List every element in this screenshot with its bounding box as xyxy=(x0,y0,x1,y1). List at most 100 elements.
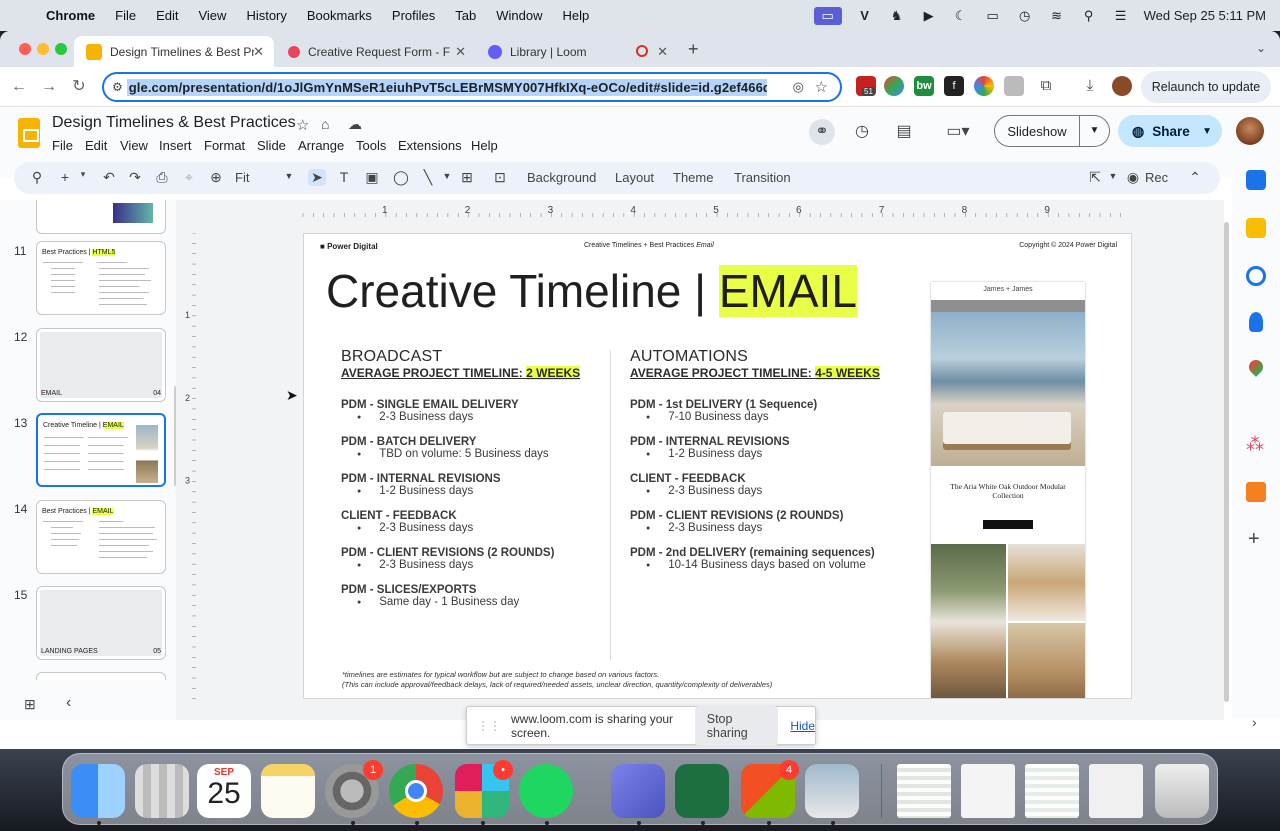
slack-icon[interactable]: • xyxy=(455,760,513,818)
tab-creative-request-form[interactable]: Creative Request Form - Form ✕ xyxy=(276,36,476,67)
finder-icon[interactable] xyxy=(71,764,125,818)
zoom-window-button[interactable] xyxy=(55,43,67,55)
extension-bw-icon[interactable]: bw xyxy=(914,76,934,96)
new-slide-icon[interactable]: + xyxy=(56,169,74,185)
contacts-icon[interactable] xyxy=(1249,312,1263,332)
redo-icon[interactable]: ↷ xyxy=(126,169,144,186)
teams-icon[interactable] xyxy=(611,764,665,818)
play-circle-icon[interactable]: ▶ xyxy=(920,8,938,23)
keep-icon[interactable] xyxy=(1246,218,1266,238)
horizontal-ruler[interactable]: 1 2 3 4 5 6 7 8 9 xyxy=(200,203,1222,217)
menubar-help[interactable]: Help xyxy=(563,8,590,23)
menu-file[interactable]: File xyxy=(52,138,73,153)
launchpad-icon[interactable] xyxy=(135,764,189,818)
add-comment-icon[interactable]: ⊡ xyxy=(491,169,509,186)
theme-button[interactable]: Theme xyxy=(673,170,713,185)
new-slide-dropdown-icon[interactable]: ▾ xyxy=(74,169,92,180)
slide-thumbnail-11[interactable]: Best Practices | HTML5 xyxy=(36,241,166,315)
slide-thumbnail-14[interactable]: Best Practices | EMAIL xyxy=(36,500,166,574)
grid-view-icon[interactable]: ⊞ xyxy=(24,696,36,713)
menu-tools[interactable]: Tools xyxy=(356,138,386,153)
share-button[interactable]: ◍ Share ▼ xyxy=(1118,115,1222,147)
lens-icon[interactable]: ◎ xyxy=(793,79,804,95)
image-icon[interactable]: ▣ xyxy=(363,169,381,186)
close-tab-icon[interactable]: ✕ xyxy=(253,44,264,60)
present-mode-icon[interactable]: ⚭ xyxy=(809,119,835,145)
slide-thumbnail-15[interactable]: LANDING PAGES 05 xyxy=(36,586,166,660)
search-menus-icon[interactable]: ⚲ xyxy=(28,169,46,186)
relaunch-to-update-button[interactable]: Relaunch to update xyxy=(1141,71,1271,103)
extension-f-icon[interactable]: f xyxy=(944,76,964,96)
slideshow-dropdown-icon[interactable]: ▼ xyxy=(1080,115,1110,147)
menubar-edit[interactable]: Edit xyxy=(156,8,178,23)
vectorworks-icon[interactable]: V xyxy=(856,8,874,23)
address-bar[interactable]: ⚙ gle.com/presentation/d/1oJlGmYnMSeR1ei… xyxy=(102,72,842,102)
paint-format-icon[interactable]: ⌖ xyxy=(180,169,198,186)
minimize-window-button[interactable] xyxy=(37,43,49,55)
zoom-select[interactable]: Fit xyxy=(235,170,249,185)
addon-cluster-icon[interactable]: ⁂ xyxy=(1246,434,1264,455)
screen-share-status-icon[interactable]: ▭ xyxy=(813,6,842,25)
vertical-ruler[interactable]: 1 2 3 xyxy=(182,233,196,703)
stop-sharing-button[interactable]: Stop sharing xyxy=(694,705,779,746)
extension-grey-icon[interactable] xyxy=(1004,76,1024,96)
hide-link[interactable]: Hide xyxy=(790,719,815,733)
menubar-window[interactable]: Window xyxy=(496,8,542,23)
close-window-button[interactable] xyxy=(19,43,31,55)
menu-arrange[interactable]: Arrange xyxy=(298,138,344,153)
slide-thumbnail-12[interactable]: EMAIL 04 xyxy=(36,328,166,402)
line-icon[interactable]: ╲ xyxy=(419,169,437,186)
layout-button[interactable]: Layout xyxy=(615,170,654,185)
select-cursor-icon[interactable]: ➤ xyxy=(308,169,326,186)
new-tab-icon[interactable]: + xyxy=(688,39,699,60)
close-tab-icon[interactable]: ✕ xyxy=(455,44,466,60)
recent-excel-window[interactable] xyxy=(897,764,951,818)
menu-format[interactable]: Format xyxy=(204,138,245,153)
wifi-icon[interactable]: ≋ xyxy=(1048,8,1066,23)
battery-icon[interactable]: ▭ xyxy=(984,8,1002,23)
print-icon[interactable]: ⎙ xyxy=(153,169,171,186)
menubar-bookmarks[interactable]: Bookmarks xyxy=(307,8,372,23)
addon-box-icon[interactable] xyxy=(1246,482,1266,502)
windows-app-icon[interactable]: 4 xyxy=(741,760,799,818)
back-icon[interactable]: ← xyxy=(8,76,30,98)
comments-icon[interactable]: ▤ xyxy=(891,119,917,145)
transition-button[interactable]: Transition xyxy=(734,170,791,185)
close-tab-icon[interactable]: ✕ xyxy=(657,44,668,60)
trash-icon[interactable] xyxy=(1155,764,1209,818)
current-slide[interactable]: ■ Power Digital Creative Timelines + Bes… xyxy=(303,233,1132,699)
cloud-status-icon[interactable]: ☁ xyxy=(348,116,362,133)
record-icon[interactable]: ◉ xyxy=(1124,169,1142,186)
undo-icon[interactable]: ↶ xyxy=(100,169,118,186)
menubar-view[interactable]: View xyxy=(198,8,226,23)
menu-edit[interactable]: Edit xyxy=(85,138,107,153)
menu-extensions[interactable]: Extensions xyxy=(398,138,462,153)
tab-design-timelines[interactable]: Design Timelines & Best Prac ✕ xyxy=(74,36,274,67)
tab-loom-library[interactable]: Library | Loom ✕ xyxy=(476,36,678,67)
meet-camera-icon[interactable]: ▭▾ xyxy=(940,119,976,145)
menu-help[interactable]: Help xyxy=(471,138,498,153)
forward-icon[interactable]: → xyxy=(38,76,60,98)
spotlight-search-icon[interactable]: ⚲ xyxy=(1080,8,1098,23)
chrome-icon[interactable] xyxy=(389,764,443,818)
bookmark-star-icon[interactable]: ☆ xyxy=(815,78,828,96)
collapse-filmstrip-icon[interactable]: ‹ xyxy=(66,694,71,712)
menubar-datetime[interactable]: Wed Sep 25 5:11 PM xyxy=(1144,8,1266,23)
drag-handle-icon[interactable]: ⋮⋮ xyxy=(477,719,501,733)
expand-panel-icon[interactable]: › xyxy=(1252,714,1257,730)
menubar-file[interactable]: File xyxy=(115,8,136,23)
tasks-icon[interactable] xyxy=(1246,266,1266,286)
get-addons-icon[interactable]: + xyxy=(1248,528,1260,551)
menubar-tab[interactable]: Tab xyxy=(455,8,476,23)
moon-icon[interactable]: ☾ xyxy=(952,8,970,23)
tab-search-chevron-icon[interactable]: ⌄ xyxy=(1256,41,1266,55)
menubar-app-name[interactable]: Chrome xyxy=(46,8,95,23)
account-avatar[interactable] xyxy=(1236,117,1264,145)
move-to-folder-icon[interactable]: ⌂ xyxy=(321,116,329,132)
zoom-dropdown-icon[interactable]: ▼ xyxy=(280,171,298,181)
robot-icon[interactable]: ♞ xyxy=(888,8,906,23)
zoom-icon[interactable]: ⊕ xyxy=(207,169,225,186)
slide-thumbnail-10[interactable] xyxy=(36,200,166,234)
excel-icon[interactable] xyxy=(675,764,729,818)
canvas-scrollbar[interactable] xyxy=(1224,222,1229,702)
